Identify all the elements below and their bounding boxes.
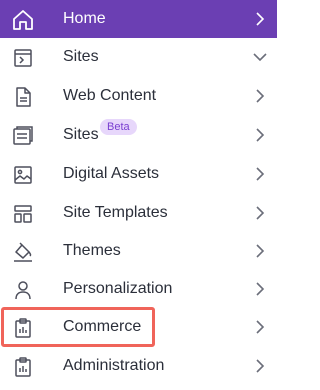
product-menu: Home Sites Web Content Sites Beta Digita… bbox=[0, 0, 277, 390]
chevron-right-icon bbox=[252, 126, 268, 144]
menu-item-label: Sites bbox=[63, 48, 99, 65]
paint-bucket-icon bbox=[11, 240, 35, 264]
menu-item-personalization[interactable]: Personalization bbox=[0, 270, 277, 309]
menu-item-label: Site Templates bbox=[63, 204, 168, 221]
menu-item-label: Sites bbox=[63, 126, 99, 143]
menu-item-label: Digital Assets bbox=[63, 165, 160, 182]
clipboard-chart-icon bbox=[11, 355, 35, 379]
menu-item-label: Web Content bbox=[63, 87, 157, 104]
chevron-right-icon bbox=[252, 87, 268, 105]
chevron-right-icon bbox=[252, 318, 268, 336]
menu-item-administration[interactable]: Administration bbox=[0, 347, 277, 386]
menu-item-home[interactable]: Home bbox=[0, 0, 277, 38]
menu-item-web-content[interactable]: Web Content bbox=[0, 77, 277, 116]
menu-item-themes[interactable]: Themes bbox=[0, 232, 277, 271]
user-icon bbox=[11, 278, 35, 302]
menu-item-label: Personalization bbox=[63, 280, 173, 297]
chevron-right-icon bbox=[252, 280, 268, 298]
chevron-right-icon bbox=[252, 357, 268, 375]
document-icon bbox=[11, 85, 35, 109]
layout-template-icon bbox=[11, 202, 35, 226]
menu-item-site-templates[interactable]: Site Templates bbox=[0, 194, 277, 233]
menu-item-label: Themes bbox=[63, 242, 121, 259]
chevron-right-icon bbox=[252, 10, 268, 28]
image-icon bbox=[11, 163, 35, 187]
chevron-right-icon bbox=[252, 165, 268, 183]
beta-badge: Beta bbox=[100, 119, 137, 135]
home-icon bbox=[11, 8, 35, 32]
menu-item-label: Home bbox=[63, 10, 106, 27]
site-terminal-icon bbox=[11, 46, 35, 70]
commerce-highlight-box bbox=[1, 307, 155, 347]
chevron-right-icon bbox=[252, 204, 268, 222]
stacked-pages-icon bbox=[11, 124, 35, 148]
chevron-right-icon bbox=[252, 242, 268, 260]
chevron-down-icon[interactable] bbox=[252, 48, 268, 66]
menu-item-sites[interactable]: Sites bbox=[0, 38, 277, 77]
menu-item-label: Administration bbox=[63, 357, 165, 374]
menu-item-sites-beta[interactable]: Sites Beta bbox=[0, 116, 277, 155]
menu-item-digital-assets[interactable]: Digital Assets bbox=[0, 155, 277, 194]
